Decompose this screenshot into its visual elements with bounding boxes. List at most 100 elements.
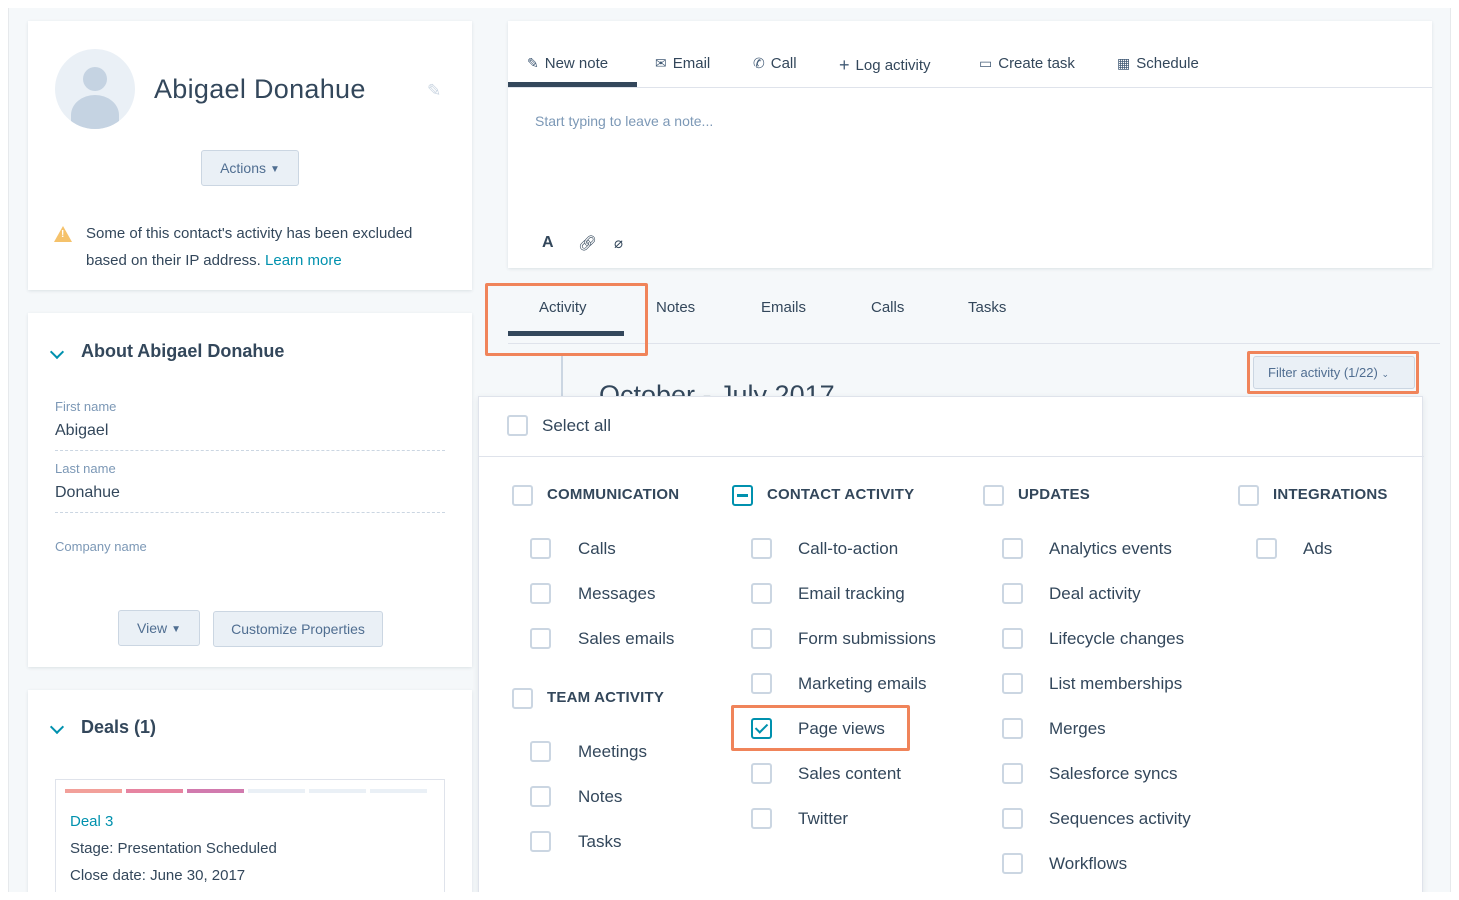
pipeline-stage-1 (65, 789, 122, 793)
tab-create-task[interactable]: ▭ Create task (979, 55, 1075, 72)
chevron-down-icon[interactable] (49, 344, 65, 360)
tab-tasks[interactable]: Tasks (968, 299, 1006, 316)
sales-content-checkbox[interactable] (751, 763, 772, 784)
editor-divider (508, 87, 1432, 88)
team-activity-label[interactable]: TEAM ACTIVITY (547, 689, 664, 706)
updates-label[interactable]: UPDATES (1018, 486, 1090, 503)
ads-checkbox[interactable] (1256, 538, 1277, 559)
meetings-checkbox[interactable] (530, 741, 551, 762)
sequences-activity-label[interactable]: Sequences activity (1049, 809, 1191, 829)
list-memberships-label[interactable]: List memberships (1049, 674, 1182, 694)
deal-activity-checkbox[interactable] (1002, 583, 1023, 604)
close-label: Close date: (70, 867, 146, 884)
last-name-divider (55, 512, 445, 513)
lifecycle-changes-checkbox[interactable] (1002, 628, 1023, 649)
filter-dropdown-panel: Select all COMMUNICATION Calls Messages … (478, 396, 1424, 892)
last-name-value[interactable]: Donahue (55, 484, 120, 502)
contact-activity-checkbox[interactable] (732, 485, 753, 506)
merges-label[interactable]: Merges (1049, 719, 1106, 739)
text-format-icon[interactable]: A (542, 234, 554, 252)
form-submissions-checkbox[interactable] (751, 628, 772, 649)
contact-activity-label[interactable]: CONTACT ACTIVITY (767, 486, 914, 503)
notes-label[interactable]: Notes (578, 787, 622, 807)
caret-down-icon: ▼ (270, 164, 280, 175)
tab-schedule[interactable]: ▦ Schedule (1117, 55, 1199, 72)
select-all-checkbox[interactable] (507, 415, 528, 436)
ads-label[interactable]: Ads (1303, 539, 1332, 559)
last-name-label: Last name (55, 461, 116, 476)
learn-more-link[interactable]: Learn more (265, 252, 342, 269)
tasks-checkbox[interactable] (530, 831, 551, 852)
twitter-label[interactable]: Twitter (798, 809, 848, 829)
marketing-emails-checkbox[interactable] (751, 673, 772, 694)
communication-checkbox[interactable] (512, 485, 533, 506)
marketing-emails-label[interactable]: Marketing emails (798, 674, 927, 694)
sales-emails-label[interactable]: Sales emails (578, 629, 674, 649)
tab-label: Log activity (855, 57, 931, 74)
panel-divider (479, 456, 1424, 457)
communication-label[interactable]: COMMUNICATION (547, 486, 679, 503)
tab-email[interactable]: ✉ Email (655, 55, 710, 72)
tab-label: Call (770, 55, 797, 72)
email-tracking-label[interactable]: Email tracking (798, 584, 905, 604)
actions-button[interactable]: Actions ▼ (201, 150, 299, 186)
lifecycle-changes-label[interactable]: Lifecycle changes (1049, 629, 1184, 649)
team-activity-checkbox[interactable] (512, 688, 533, 709)
tab-emails[interactable]: Emails (761, 299, 806, 316)
deal-activity-label[interactable]: Deal activity (1049, 584, 1141, 604)
sales-content-label[interactable]: Sales content (798, 764, 901, 784)
analytics-events-checkbox[interactable] (1002, 538, 1023, 559)
deals-card: Deals (1) Deal 3 Stage: Presentation Sch… (28, 690, 472, 892)
deal-name-link[interactable]: Deal 3 (70, 813, 113, 830)
merges-checkbox[interactable] (1002, 718, 1023, 739)
calls-label[interactable]: Calls (578, 539, 616, 559)
pipeline-stage-6 (370, 789, 427, 793)
select-all-label[interactable]: Select all (542, 416, 611, 436)
view-button[interactable]: View ▼ (118, 610, 200, 646)
messages-checkbox[interactable] (530, 583, 551, 604)
integrations-checkbox[interactable] (1238, 485, 1259, 506)
notes-checkbox[interactable] (530, 786, 551, 807)
chevron-down-icon[interactable] (49, 719, 65, 735)
note-input[interactable]: Start typing to leave a note... (535, 113, 713, 129)
sequences-activity-checkbox[interactable] (1002, 808, 1023, 829)
first-name-value[interactable]: Abigael (55, 422, 108, 440)
stage-value: Presentation Scheduled (117, 840, 277, 857)
calls-checkbox[interactable] (530, 538, 551, 559)
phone-icon: ✆ (753, 55, 765, 71)
form-submissions-label[interactable]: Form submissions (798, 629, 936, 649)
email-tracking-checkbox[interactable] (751, 583, 772, 604)
updates-checkbox[interactable] (983, 485, 1004, 506)
deal-stage: Stage: Presentation Scheduled (70, 840, 277, 857)
workflows-checkbox[interactable] (1002, 853, 1023, 874)
twitter-checkbox[interactable] (751, 808, 772, 829)
attachment-icon[interactable]: ⌀ (614, 234, 623, 252)
call-to-action-checkbox[interactable] (751, 538, 772, 559)
meetings-label[interactable]: Meetings (578, 742, 647, 762)
deal-card[interactable]: Deal 3 Stage: Presentation Scheduled Clo… (55, 779, 445, 892)
sales-emails-checkbox[interactable] (530, 628, 551, 649)
filter-button-highlight (1247, 351, 1419, 394)
tab-calls[interactable]: Calls (871, 299, 904, 316)
salesforce-syncs-label[interactable]: Salesforce syncs (1049, 764, 1178, 784)
workflows-label[interactable]: Workflows (1049, 854, 1127, 874)
tasks-label[interactable]: Tasks (578, 832, 621, 852)
avatar-body (71, 95, 119, 129)
link-icon[interactable]: 🔗︎ (578, 234, 597, 252)
messages-label[interactable]: Messages (578, 584, 655, 604)
analytics-events-label[interactable]: Analytics events (1049, 539, 1172, 559)
call-to-action-label[interactable]: Call-to-action (798, 539, 898, 559)
tab-notes[interactable]: Notes (656, 299, 695, 316)
salesforce-syncs-checkbox[interactable] (1002, 763, 1023, 784)
tab-call[interactable]: ✆ Call (753, 55, 797, 72)
list-memberships-checkbox[interactable] (1002, 673, 1023, 694)
page-views-highlight (731, 705, 910, 751)
pencil-icon[interactable]: ✎ (427, 81, 441, 101)
activity-tab-highlight (485, 283, 648, 356)
integrations-label[interactable]: INTEGRATIONS (1273, 486, 1388, 503)
pipeline-stage-3 (187, 789, 244, 793)
customize-properties-button[interactable]: Customize Properties (213, 611, 383, 647)
tab-log-activity[interactable]: + Log activity (839, 55, 931, 76)
tab-label: Create task (998, 55, 1075, 72)
tab-new-note[interactable]: ✎ New note (527, 55, 608, 72)
